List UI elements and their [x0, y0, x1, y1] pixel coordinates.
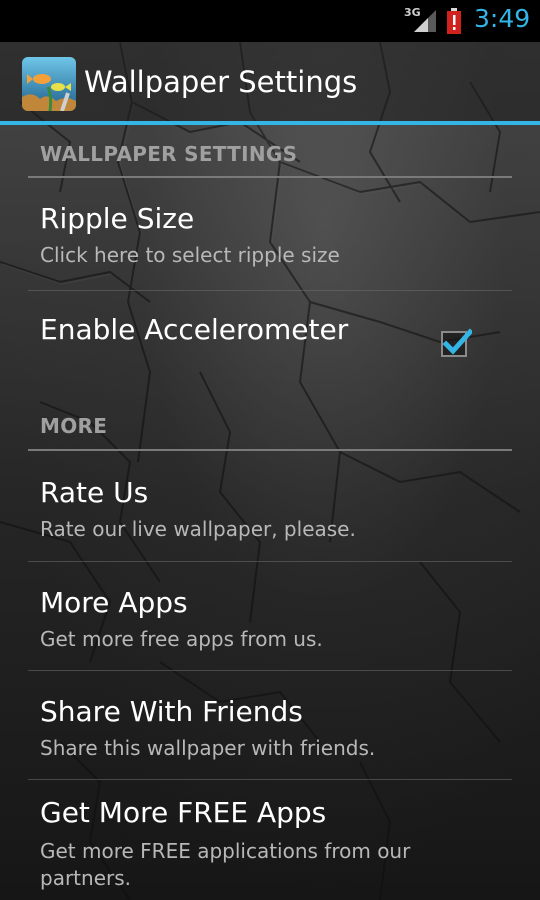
screen: 3G 3:49 Wallpaper Settings WALLPAPER SET…	[0, 0, 540, 900]
action-bar-title: Wallpaper Settings	[84, 65, 358, 99]
accelerometer-checkbox[interactable]	[440, 326, 472, 358]
pref-title: More Apps	[40, 586, 188, 619]
pref-title: Share With Friends	[40, 695, 303, 728]
pref-title: Rate Us	[40, 476, 149, 509]
app-icon[interactable]	[22, 57, 76, 111]
status-bar: 3G 3:49	[0, 0, 540, 42]
category-divider	[28, 176, 512, 178]
pref-title: Get More FREE Apps	[40, 796, 327, 829]
pref-title: Enable Accelerometer	[40, 313, 349, 346]
pref-summary: Get more FREE applications from our part…	[40, 839, 411, 890]
category-header-more: MORE	[40, 414, 108, 438]
pref-summary: Get more free apps from us.	[40, 627, 323, 651]
pref-summary: Click here to select ripple size	[40, 243, 340, 267]
pref-ripple-size[interactable]: Ripple Size Click here to select ripple …	[0, 180, 540, 290]
signal-icon	[414, 10, 436, 32]
pref-rate-us[interactable]: Rate Us Rate our live wallpaper, please.	[0, 452, 540, 560]
pref-get-more-free-apps[interactable]: Get More FREE Apps Get more FREE applica…	[0, 780, 540, 900]
aquarium-icon	[22, 57, 76, 111]
category-divider	[28, 449, 512, 451]
category-header-wallpaper-settings: WALLPAPER SETTINGS	[40, 142, 298, 166]
pref-summary: Rate our live wallpaper, please.	[40, 517, 356, 541]
pref-more-apps[interactable]: More Apps Get more free apps from us.	[0, 562, 540, 670]
action-bar-divider	[0, 121, 540, 125]
pref-share-with-friends[interactable]: Share With Friends Share this wallpaper …	[0, 671, 540, 779]
clock: 3:49	[474, 4, 531, 33]
pref-title: Ripple Size	[40, 202, 195, 235]
battery-alert-icon	[447, 8, 461, 34]
pref-summary: Share this wallpaper with friends.	[40, 736, 376, 760]
